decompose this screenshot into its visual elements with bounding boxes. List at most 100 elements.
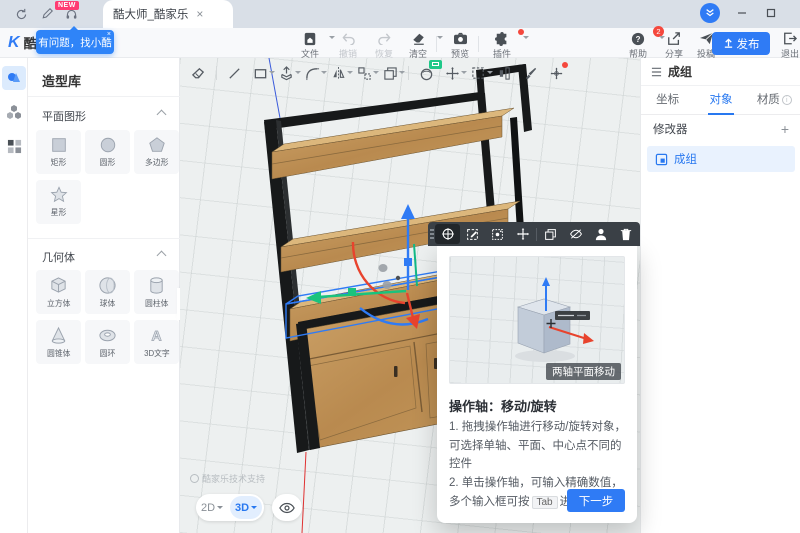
mirror-icon[interactable] xyxy=(330,65,347,82)
modifier-label: 修改器 xyxy=(653,121,688,137)
material-new-badge xyxy=(429,60,442,69)
material-tool-icon[interactable] xyxy=(418,65,435,82)
assistant-tooltip-text: 有问题，找小酷 xyxy=(38,35,112,50)
shape-card-cube[interactable]: 立方体 xyxy=(36,270,81,314)
shape-card-torus[interactable]: 圆环 xyxy=(85,320,130,364)
next-step-button[interactable]: 下一步 xyxy=(567,489,625,512)
svg-text:A: A xyxy=(151,328,161,344)
circle-icon xyxy=(99,136,117,154)
undo-button[interactable]: 撤销 xyxy=(330,31,366,60)
shape-card-polygon[interactable]: 多边形 xyxy=(134,130,179,174)
material-library-icon[interactable] xyxy=(2,134,26,158)
plugin-button[interactable]: 插件 xyxy=(484,31,520,60)
shape-card-cylinder[interactable]: 圆柱体 xyxy=(134,270,179,314)
help-button[interactable]: ?2 帮助 xyxy=(620,31,656,60)
format-brush-icon[interactable] xyxy=(522,65,539,82)
add-modifier-icon[interactable]: + xyxy=(781,121,789,137)
tab-close-icon[interactable]: × xyxy=(196,8,203,20)
modifier-row: 修改器 + xyxy=(641,115,800,143)
mode-2d-button[interactable]: 2D xyxy=(196,496,228,519)
new-badge: NEW xyxy=(55,1,79,10)
hide-icon[interactable] xyxy=(563,224,588,244)
shape-card-3dtext[interactable]: A 3D文字 xyxy=(134,320,179,364)
publish-label: 发布 xyxy=(737,36,760,52)
exit-button[interactable]: 退出 xyxy=(772,31,800,60)
publish-button[interactable]: 发布 xyxy=(712,32,770,55)
align-icon[interactable] xyxy=(496,65,513,82)
group-tool-icon[interactable] xyxy=(382,65,399,82)
gizmo-icon[interactable] xyxy=(435,224,460,244)
minimize-icon[interactable] xyxy=(735,6,749,20)
tab-title: 酷大师_酷家乐 xyxy=(113,6,188,22)
browser-tab[interactable]: 酷大师_酷家乐 × xyxy=(103,0,233,28)
tab-object[interactable]: 对象 xyxy=(694,86,747,115)
preview-button[interactable]: 预览 xyxy=(442,31,478,60)
properties-tabs: 坐标 对象 材质i xyxy=(641,86,800,115)
chevron-up-icon[interactable] xyxy=(157,110,167,120)
select-tool-icon[interactable] xyxy=(470,65,487,82)
model-library-icon[interactable] xyxy=(2,100,26,124)
assistant-tooltip[interactable]: 有问题，找小酷 × xyxy=(36,30,114,54)
shape-card-circle[interactable]: 圆形 xyxy=(85,130,130,174)
shape-card-star[interactable]: 星形 xyxy=(36,180,81,224)
fillet-icon[interactable] xyxy=(304,65,321,82)
watermark: 酷家乐技术支持 xyxy=(190,472,265,485)
chevron-up-icon[interactable] xyxy=(157,251,167,261)
browser-bar: NEW 酷大师_酷家乐 × xyxy=(0,0,800,28)
shape-card-rectangle[interactable]: 矩形 xyxy=(36,130,81,174)
shape-card-cone[interactable]: 圆锥体 xyxy=(36,320,81,364)
move-icon[interactable] xyxy=(510,224,535,244)
sphere-icon xyxy=(98,276,117,295)
person-icon[interactable] xyxy=(588,224,613,244)
tutorial-popup: 两轴平面移动 操作轴：移动/旋转 1. 拖拽操作轴进行移动/旋转对象，可选择单轴… xyxy=(437,246,637,523)
share-button[interactable]: 分享 xyxy=(656,31,692,60)
shape-library-icon[interactable] xyxy=(2,66,26,90)
maximize-icon[interactable] xyxy=(764,6,778,20)
divider xyxy=(216,66,217,80)
divider xyxy=(28,238,180,239)
pen-icon[interactable] xyxy=(38,5,56,23)
duplicate-icon[interactable] xyxy=(538,224,563,244)
visibility-button[interactable] xyxy=(272,494,302,521)
push-pull-icon[interactable] xyxy=(278,65,295,82)
dissolve-icon[interactable] xyxy=(485,224,510,244)
rect-tool-icon[interactable] xyxy=(252,65,269,82)
array-icon[interactable] xyxy=(356,65,373,82)
tab-coordinates[interactable]: 坐标 xyxy=(641,86,694,115)
eye-icon xyxy=(279,502,295,514)
list-icon xyxy=(651,67,662,77)
delete-icon[interactable] xyxy=(613,224,638,244)
shape-card-sphere[interactable]: 球体 xyxy=(85,270,130,314)
gizmo-settings-icon[interactable] xyxy=(548,65,565,82)
refresh-icon[interactable] xyxy=(12,5,30,23)
axis-line-red xyxy=(302,452,306,533)
tooltip-close-icon[interactable]: × xyxy=(107,31,111,38)
clear-button[interactable]: 清空 xyxy=(400,31,436,60)
eraser-icon[interactable] xyxy=(190,65,207,82)
tab-key: Tab xyxy=(532,496,558,509)
move-tool-icon[interactable] xyxy=(444,65,461,82)
properties-panel: 成组 坐标 对象 材质i 修改器 + 成组 xyxy=(640,58,800,533)
text-3d-icon: A xyxy=(147,326,166,345)
tab-material[interactable]: 材质i xyxy=(748,86,800,115)
logo-text: 酷 xyxy=(24,33,37,52)
app-logo: K 酷 xyxy=(8,33,37,52)
viewport-toolbar xyxy=(190,63,565,83)
file-button[interactable]: 文件 xyxy=(292,31,328,60)
info-icon: i xyxy=(782,95,792,105)
star-icon xyxy=(50,186,68,204)
divider xyxy=(408,66,409,80)
watermark-logo-icon xyxy=(190,474,199,483)
torus-icon xyxy=(98,326,117,345)
collapse-circle-icon[interactable] xyxy=(700,3,720,23)
line-tool-icon[interactable] xyxy=(226,65,243,82)
view-mode-toggle: 2D 3D xyxy=(196,494,264,521)
divider xyxy=(28,96,180,97)
svg-text:?: ? xyxy=(636,35,641,44)
mode-3d-button[interactable]: 3D xyxy=(230,496,262,519)
modifier-item-group[interactable]: 成组 xyxy=(647,146,795,172)
drag-handle[interactable] xyxy=(430,228,434,240)
edit-icon[interactable] xyxy=(460,224,485,244)
tutorial-line1: 1. 拖拽操作轴进行移动/旋转对象，可选择单轴、平面、中心点不同的控件 xyxy=(449,418,627,474)
redo-button[interactable]: 恢复 xyxy=(366,31,402,60)
